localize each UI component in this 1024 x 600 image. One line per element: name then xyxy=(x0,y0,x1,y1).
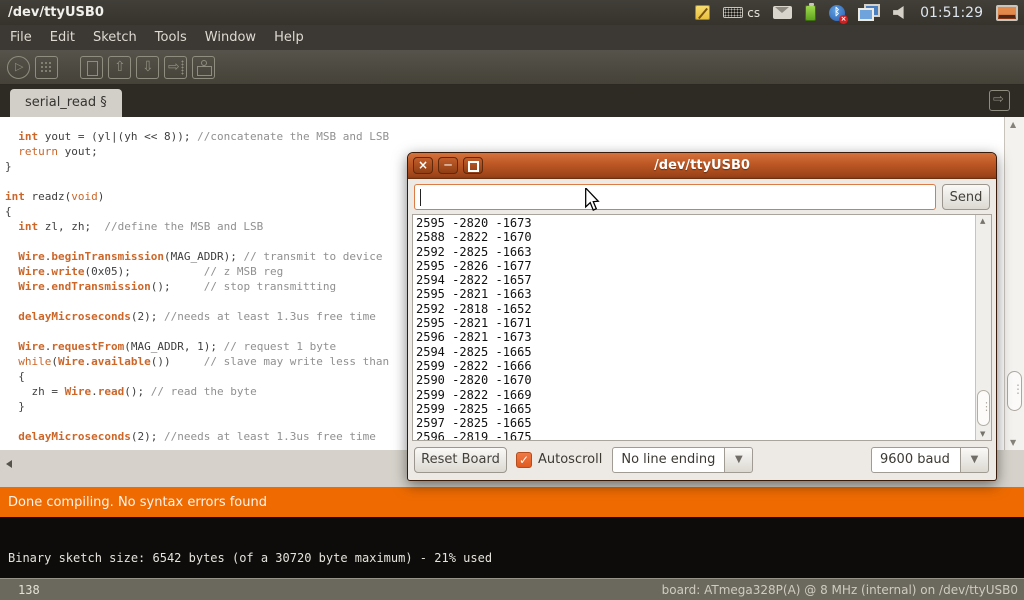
serial-monitor-titlebar[interactable]: × ─ /dev/ttyUSB0 xyxy=(408,153,996,179)
scroll-down-icon[interactable]: ▼ xyxy=(1010,438,1016,447)
baud-rate-dropdown[interactable]: 9600 baud ▼ xyxy=(871,447,989,473)
serial-data-line: 2594 -2825 -1665 xyxy=(416,345,991,359)
serial-data-line: 2595 -2826 -1677 xyxy=(416,259,991,273)
scroll-up-icon[interactable]: ▲ xyxy=(980,217,985,225)
scrollbar-thumb[interactable] xyxy=(1007,371,1022,411)
board-info: board: ATmega328P(A) @ 8 MHz (internal) … xyxy=(662,583,1018,597)
serial-input-row: Send xyxy=(408,179,996,214)
serial-scrollbar[interactable]: ▲ ▼ xyxy=(975,215,991,440)
network-icon[interactable] xyxy=(858,4,880,21)
text-caret xyxy=(420,189,421,206)
tab-bar: serial_read § xyxy=(0,85,1024,117)
compile-status-bar: Done compiling. No syntax errors found xyxy=(0,487,1024,517)
serial-data-line: 2596 -2819 -1675 xyxy=(416,430,991,441)
serial-monitor-title: /dev/ttyUSB0 xyxy=(408,158,996,173)
keyboard-icon xyxy=(723,7,743,18)
line-number: 138 xyxy=(18,583,40,597)
new-button[interactable] xyxy=(80,56,103,79)
menu-item-help[interactable]: Help xyxy=(265,26,313,49)
reset-board-button[interactable]: Reset Board xyxy=(414,447,507,473)
line-ending-value: No line ending xyxy=(612,447,725,473)
serial-controls-row: Reset Board ✓ Autoscroll No line ending … xyxy=(408,441,996,480)
window-title: /dev/ttyUSB0 xyxy=(8,5,104,20)
serial-data-line: 2595 -2821 -1663 xyxy=(416,287,991,301)
line-ending-dropdown[interactable]: No line ending ▼ xyxy=(612,447,753,473)
console-output: Binary sketch size: 6542 bytes (of a 307… xyxy=(0,517,1024,578)
arduino-ide-screen: /dev/ttyUSB0 cs ᛒ 01:51:29 FileEditSketc… xyxy=(0,0,1024,600)
tab-serial-read[interactable]: serial_read § xyxy=(10,89,122,117)
serial-data-line: 2599 -2822 -1669 xyxy=(416,388,991,402)
tab-menu-icon[interactable] xyxy=(989,90,1010,111)
serial-output-area[interactable]: 2595 -2820 -16732588 -2822 -16702592 -28… xyxy=(412,214,992,441)
menu-item-edit[interactable]: Edit xyxy=(41,26,84,49)
serial-data-line: 2597 -2825 -1665 xyxy=(416,416,991,430)
send-button[interactable]: Send xyxy=(942,184,990,210)
verify-button[interactable] xyxy=(7,56,30,79)
battery-icon[interactable] xyxy=(805,5,816,21)
scroll-left-icon[interactable] xyxy=(6,460,12,468)
scroll-up-icon[interactable]: ▲ xyxy=(1010,120,1016,129)
baud-rate-value: 9600 baud xyxy=(871,447,961,473)
mail-icon[interactable] xyxy=(773,6,792,19)
volume-icon[interactable] xyxy=(893,6,907,19)
serial-data-line: 2588 -2822 -1670 xyxy=(416,230,991,244)
upload-button[interactable] xyxy=(164,56,187,79)
serial-data-line: 2594 -2822 -1657 xyxy=(416,273,991,287)
serial-data-line: 2592 -2825 -1663 xyxy=(416,245,991,259)
serial-data-line: 2599 -2825 -1665 xyxy=(416,402,991,416)
serial-data-line: 2595 -2821 -1671 xyxy=(416,316,991,330)
bluetooth-icon[interactable]: ᛒ xyxy=(829,5,845,21)
serial-monitor-button[interactable] xyxy=(192,56,215,79)
save-button[interactable] xyxy=(136,56,159,79)
clock[interactable]: 01:51:29 xyxy=(920,5,983,21)
stop-button[interactable] xyxy=(35,56,58,79)
chevron-down-icon[interactable]: ▼ xyxy=(960,447,989,473)
serial-data-line: 2590 -2820 -1670 xyxy=(416,373,991,387)
serial-data-line: 2599 -2822 -1666 xyxy=(416,359,991,373)
menu-item-sketch[interactable]: Sketch xyxy=(84,26,146,49)
chevron-down-icon[interactable]: ▼ xyxy=(724,447,753,473)
open-button[interactable] xyxy=(108,56,131,79)
scrollbar-thumb[interactable] xyxy=(977,390,990,426)
top-panel: /dev/ttyUSB0 cs ᛒ 01:51:29 xyxy=(0,0,1024,25)
serial-monitor-window: × ─ /dev/ttyUSB0 Send 2595 -2820 -167325… xyxy=(407,152,997,481)
keyboard-indicator[interactable]: cs xyxy=(723,6,760,20)
autoscroll-checkbox[interactable]: ✓ xyxy=(516,452,532,468)
notes-icon[interactable] xyxy=(695,5,710,20)
compile-status-message: Done compiling. No syntax errors found xyxy=(8,495,267,510)
mouse-cursor-icon xyxy=(583,188,601,216)
code-line: int yout = (yl|(yh << 8)); //concatenate… xyxy=(5,129,1004,144)
editor-vertical-scrollbar[interactable]: ▲ ▼ xyxy=(1004,117,1024,450)
menu-item-window[interactable]: Window xyxy=(196,26,265,49)
serial-data-line: 2596 -2821 -1673 xyxy=(416,330,991,344)
console-text: Binary sketch size: 6542 bytes (of a 307… xyxy=(8,551,492,565)
keyboard-layout-label: cs xyxy=(747,6,760,20)
serial-data-line: 2595 -2820 -1673 xyxy=(416,216,991,230)
autoscroll-label: Autoscroll xyxy=(538,452,602,467)
serial-data-line: 2592 -2818 -1652 xyxy=(416,302,991,316)
menu-bar: FileEditSketchToolsWindowHelp xyxy=(0,25,1024,50)
toolbar xyxy=(0,50,1024,85)
menu-item-tools[interactable]: Tools xyxy=(146,26,196,49)
system-tray: cs ᛒ 01:51:29 xyxy=(695,4,1024,21)
bottom-status-bar: 138 board: ATmega328P(A) @ 8 MHz (intern… xyxy=(0,578,1024,600)
serial-input[interactable] xyxy=(414,184,936,210)
serial-output-lines: 2595 -2820 -16732588 -2822 -16702592 -28… xyxy=(413,215,991,441)
menu-item-file[interactable]: File xyxy=(1,26,41,49)
scroll-down-icon[interactable]: ▼ xyxy=(980,430,985,438)
session-menu-icon[interactable] xyxy=(996,5,1018,21)
